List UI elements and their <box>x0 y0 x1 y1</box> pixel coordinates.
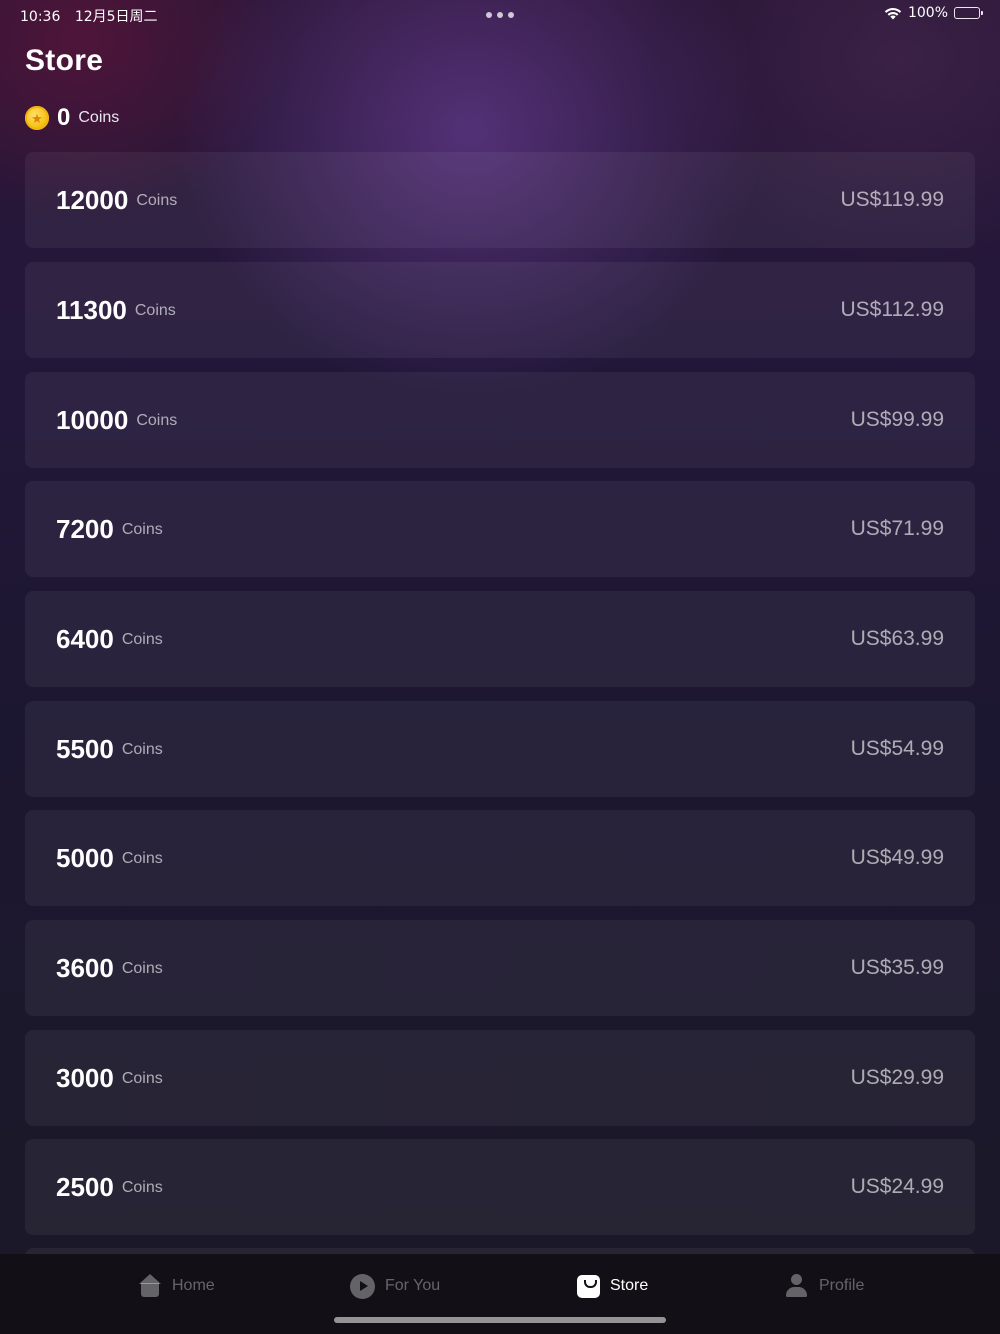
pack-unit: Coins <box>121 521 163 538</box>
tab-label: Store <box>610 1277 649 1294</box>
tab-for-you[interactable]: For You <box>350 1272 440 1300</box>
pack-unit: Coins <box>121 960 163 977</box>
person-icon <box>785 1274 809 1298</box>
pack-price: US$24.99 <box>850 1175 944 1198</box>
pack-price: US$29.99 <box>850 1066 944 1089</box>
pack-amount: 10000 <box>56 404 129 435</box>
pack-amount: 11300 <box>56 294 127 325</box>
coin-pack-card[interactable]: 2500 Coins US$24.99 <box>25 1139 975 1235</box>
page-title: Store <box>25 44 104 77</box>
store-bag-icon <box>577 1274 600 1298</box>
pack-price: US$49.99 <box>850 846 944 869</box>
tab-label: For You <box>385 1277 441 1294</box>
status-clock: 10:36 <box>20 9 61 25</box>
tab-label: Profile <box>819 1277 865 1294</box>
pack-amount: 3000 <box>56 1062 114 1093</box>
pack-amount: 3600 <box>56 952 114 983</box>
coin-icon: ★ <box>25 106 49 130</box>
play-icon <box>350 1273 375 1299</box>
coin-pack-card[interactable]: 10000 Coins US$99.99 <box>25 372 975 468</box>
pack-unit: Coins <box>121 1179 163 1196</box>
battery-icon <box>954 7 983 19</box>
coin-balance: ★ 0 Coins <box>25 104 119 132</box>
status-bar: 10:36 12月5日周二 100% <box>0 0 1000 30</box>
tab-store[interactable]: Store <box>577 1272 648 1300</box>
tab-home[interactable]: Home <box>138 1272 215 1300</box>
balance-value: 0 <box>57 104 71 131</box>
pack-amount: 6400 <box>56 623 114 654</box>
home-icon <box>138 1274 162 1298</box>
pack-amount: 12000 <box>56 184 129 215</box>
pack-amount: 7200 <box>56 513 114 544</box>
wifi-icon <box>884 7 902 19</box>
coin-pack-card[interactable]: 5500 Coins US$54.99 <box>25 701 975 797</box>
pack-price: US$112.99 <box>840 298 944 321</box>
pack-amount: 2500 <box>56 1171 114 1202</box>
pack-unit: Coins <box>121 631 163 648</box>
status-indicators: 100% <box>884 5 983 21</box>
coin-pack-card[interactable]: 12000 Coins US$119.99 <box>25 152 975 248</box>
tab-profile[interactable]: Profile <box>785 1272 864 1300</box>
pack-amount: 5500 <box>56 733 114 764</box>
balance-unit: Coins <box>78 109 120 126</box>
home-indicator[interactable] <box>334 1317 666 1323</box>
multitask-dots-icon[interactable] <box>486 12 514 18</box>
tab-label: Home <box>172 1277 215 1294</box>
pack-price: US$35.99 <box>850 956 944 979</box>
coin-pack-card[interactable]: 3000 Coins US$29.99 <box>25 1030 975 1126</box>
coin-pack-card[interactable]: 5000 Coins US$49.99 <box>25 810 975 906</box>
battery-percent: 100% <box>907 5 948 21</box>
status-time: 10:36 12月5日周二 <box>20 6 158 26</box>
pack-price: US$99.99 <box>850 408 944 431</box>
pack-unit: Coins <box>136 412 178 429</box>
pack-unit: Coins <box>121 1070 163 1087</box>
pack-unit: Coins <box>134 302 176 319</box>
coin-pack-card[interactable]: 3600 Coins US$35.99 <box>25 920 975 1016</box>
pack-price: US$71.99 <box>850 517 944 540</box>
coin-pack-card[interactable]: 7200 Coins US$71.99 <box>25 481 975 577</box>
pack-amount: 5000 <box>56 842 114 873</box>
pack-price: US$119.99 <box>840 188 944 211</box>
pack-unit: Coins <box>136 192 178 209</box>
pack-unit: Coins <box>121 850 163 867</box>
coin-pack-card[interactable]: 6400 Coins US$63.99 <box>25 591 975 687</box>
pack-price: US$54.99 <box>850 737 944 760</box>
coin-pack-card[interactable]: 11300 Coins US$112.99 <box>25 262 975 358</box>
status-date: 12月5日周二 <box>74 9 158 25</box>
pack-price: US$63.99 <box>850 627 944 650</box>
pack-unit: Coins <box>121 741 163 758</box>
